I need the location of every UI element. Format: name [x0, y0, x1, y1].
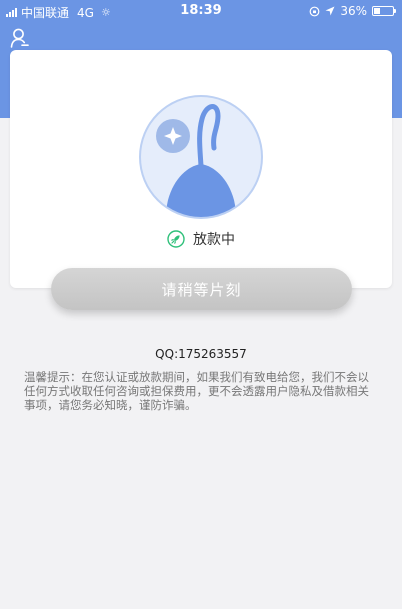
warm-tips: 温馨提示：在您认证或放款期间，如果我们有致电给您，我们不会以任何方式收取任何咨询… [24, 370, 369, 412]
status-right: 36% [309, 4, 396, 18]
balloon-illustration [139, 95, 263, 219]
loan-status-card: 放款中 [10, 50, 392, 288]
orientation-lock-icon [309, 6, 320, 16]
battery-fill [374, 8, 381, 14]
loan-status: 放款中 [10, 229, 392, 249]
status-bar: 中国联通 4G ☼ 18:39 36% [0, 0, 402, 22]
please-wait-button[interactable]: 请稍等片刻 [51, 268, 352, 310]
qq-contact: QQ:175263557 [155, 347, 247, 361]
user-icon[interactable] [9, 27, 31, 49]
battery-icon [372, 6, 396, 16]
location-icon [325, 6, 335, 16]
battery-percent: 36% [340, 4, 367, 18]
rocket-icon [167, 230, 185, 248]
loan-status-text: 放款中 [193, 232, 235, 248]
